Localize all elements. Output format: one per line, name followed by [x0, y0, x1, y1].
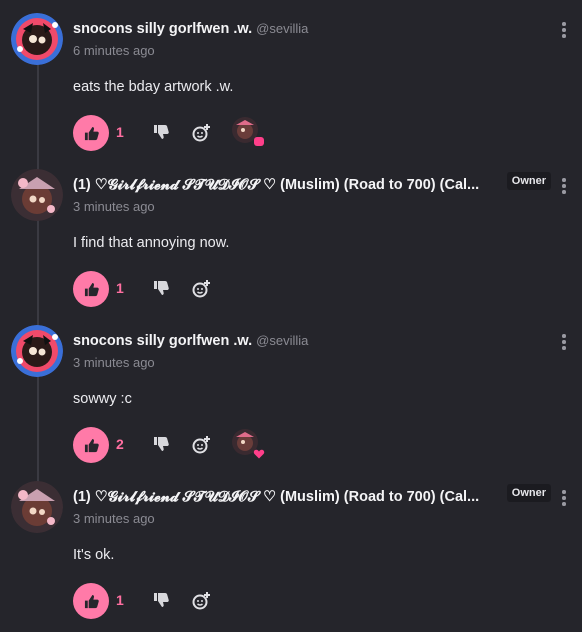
- comment-header: snocons silly gorlfwen .w. @sevillia: [73, 20, 542, 38]
- reaction-avatar[interactable]: [232, 429, 265, 459]
- thumbs-down-icon: [154, 593, 169, 607]
- like-button[interactable]: [73, 427, 109, 463]
- more-options-icon[interactable]: [561, 490, 567, 508]
- owner-badge: Owner: [506, 484, 551, 502]
- timestamp[interactable]: 3 minutes ago: [73, 355, 155, 370]
- thumbs-up-icon: [84, 438, 99, 452]
- comment-actions: 1: [73, 271, 293, 307]
- comment-actions: 1: [73, 115, 293, 151]
- avatar[interactable]: [11, 169, 63, 221]
- comment-text: It's ok.: [73, 547, 115, 563]
- avatar[interactable]: [11, 325, 63, 377]
- add-emoji-icon: [192, 124, 210, 142]
- author-name[interactable]: (1) ♡𝓖𝓲𝓻𝓵𝓯𝓻𝓲𝓮𝓷𝓭 𝓢𝓣𝓤𝓓𝓘𝓞𝓢 ♡ (Muslim) (Road…: [73, 177, 479, 193]
- comment: (1) ♡𝓖𝓲𝓻𝓵𝓯𝓻𝓲𝓮𝓷𝓭 𝓢𝓣𝓤𝓓𝓘𝓞𝓢 ♡ (Muslim) (Road…: [0, 468, 582, 624]
- comment-actions: 2: [73, 427, 293, 463]
- more-options-icon[interactable]: [561, 178, 567, 196]
- comment-actions: 1: [73, 583, 293, 619]
- timestamp[interactable]: 6 minutes ago: [73, 43, 155, 58]
- thumbs-down-icon: [154, 281, 169, 295]
- timestamp[interactable]: 3 minutes ago: [73, 511, 155, 526]
- thumbs-down-icon: [154, 437, 169, 451]
- like-count: 2: [116, 436, 124, 452]
- dislike-button[interactable]: [153, 592, 171, 610]
- owner-badge: Owner: [506, 172, 551, 190]
- thumbs-up-icon: [84, 126, 99, 140]
- comment-text: eats the bday artwork .w.: [73, 79, 234, 95]
- add-emoji-icon: [192, 436, 210, 454]
- comment-header: (1) ♡𝓖𝓲𝓻𝓵𝓯𝓻𝓲𝓮𝓷𝓭 𝓢𝓣𝓤𝓓𝓘𝓞𝓢 ♡ (Muslim) (Road…: [73, 488, 504, 506]
- timestamp[interactable]: 3 minutes ago: [73, 199, 155, 214]
- add-emoji-icon: [192, 592, 210, 610]
- thumbs-down-icon: [154, 125, 169, 139]
- thumbs-up-icon: [84, 594, 99, 608]
- dislike-button[interactable]: [153, 280, 171, 298]
- comment-header: (1) ♡𝓖𝓲𝓻𝓵𝓯𝓻𝓲𝓮𝓷𝓭 𝓢𝓣𝓤𝓓𝓘𝓞𝓢 ♡ (Muslim) (Road…: [73, 176, 504, 194]
- author-name[interactable]: snocons silly gorlfwen .w.: [73, 21, 252, 37]
- comment: snocons silly gorlfwen .w. @sevillia 3 mi…: [0, 312, 582, 468]
- author-handle[interactable]: @sevillia: [256, 21, 308, 36]
- add-emoji-icon: [192, 280, 210, 298]
- add-reaction-button[interactable]: [191, 279, 211, 299]
- avatar[interactable]: [11, 13, 63, 65]
- like-button[interactable]: [73, 271, 109, 307]
- like-count: 1: [116, 280, 124, 296]
- like-button[interactable]: [73, 115, 109, 151]
- comment: snocons silly gorlfwen .w. @sevillia 6 mi…: [0, 0, 582, 156]
- more-options-icon[interactable]: [561, 22, 567, 40]
- author-handle[interactable]: @sevillia: [256, 333, 308, 348]
- thumbs-up-icon: [84, 282, 99, 296]
- comment-header: snocons silly gorlfwen .w. @sevillia: [73, 332, 542, 350]
- author-name[interactable]: (1) ♡𝓖𝓲𝓻𝓵𝓯𝓻𝓲𝓮𝓷𝓭 𝓢𝓣𝓤𝓓𝓘𝓞𝓢 ♡ (Muslim) (Road…: [73, 489, 479, 505]
- like-count: 1: [116, 592, 124, 608]
- comment-text: I find that annoying now.: [73, 235, 230, 251]
- comment-text: sowwy :c: [73, 391, 132, 407]
- add-reaction-button[interactable]: [191, 123, 211, 143]
- like-count: 1: [116, 124, 124, 140]
- pink-heart-emoji-icon: [253, 449, 265, 459]
- comment: (1) ♡𝓖𝓲𝓻𝓵𝓯𝓻𝓲𝓮𝓷𝓭 𝓢𝓣𝓤𝓓𝓘𝓞𝓢 ♡ (Muslim) (Road…: [0, 156, 582, 312]
- more-options-icon[interactable]: [561, 334, 567, 352]
- reaction-avatar[interactable]: [232, 117, 264, 147]
- dislike-button[interactable]: [153, 124, 171, 142]
- pink-square-emoji-icon: [254, 137, 264, 146]
- add-reaction-button[interactable]: [191, 435, 211, 455]
- dislike-button[interactable]: [153, 436, 171, 454]
- author-name[interactable]: snocons silly gorlfwen .w.: [73, 333, 252, 349]
- avatar[interactable]: [11, 481, 63, 533]
- like-button[interactable]: [73, 583, 109, 619]
- add-reaction-button[interactable]: [191, 591, 211, 611]
